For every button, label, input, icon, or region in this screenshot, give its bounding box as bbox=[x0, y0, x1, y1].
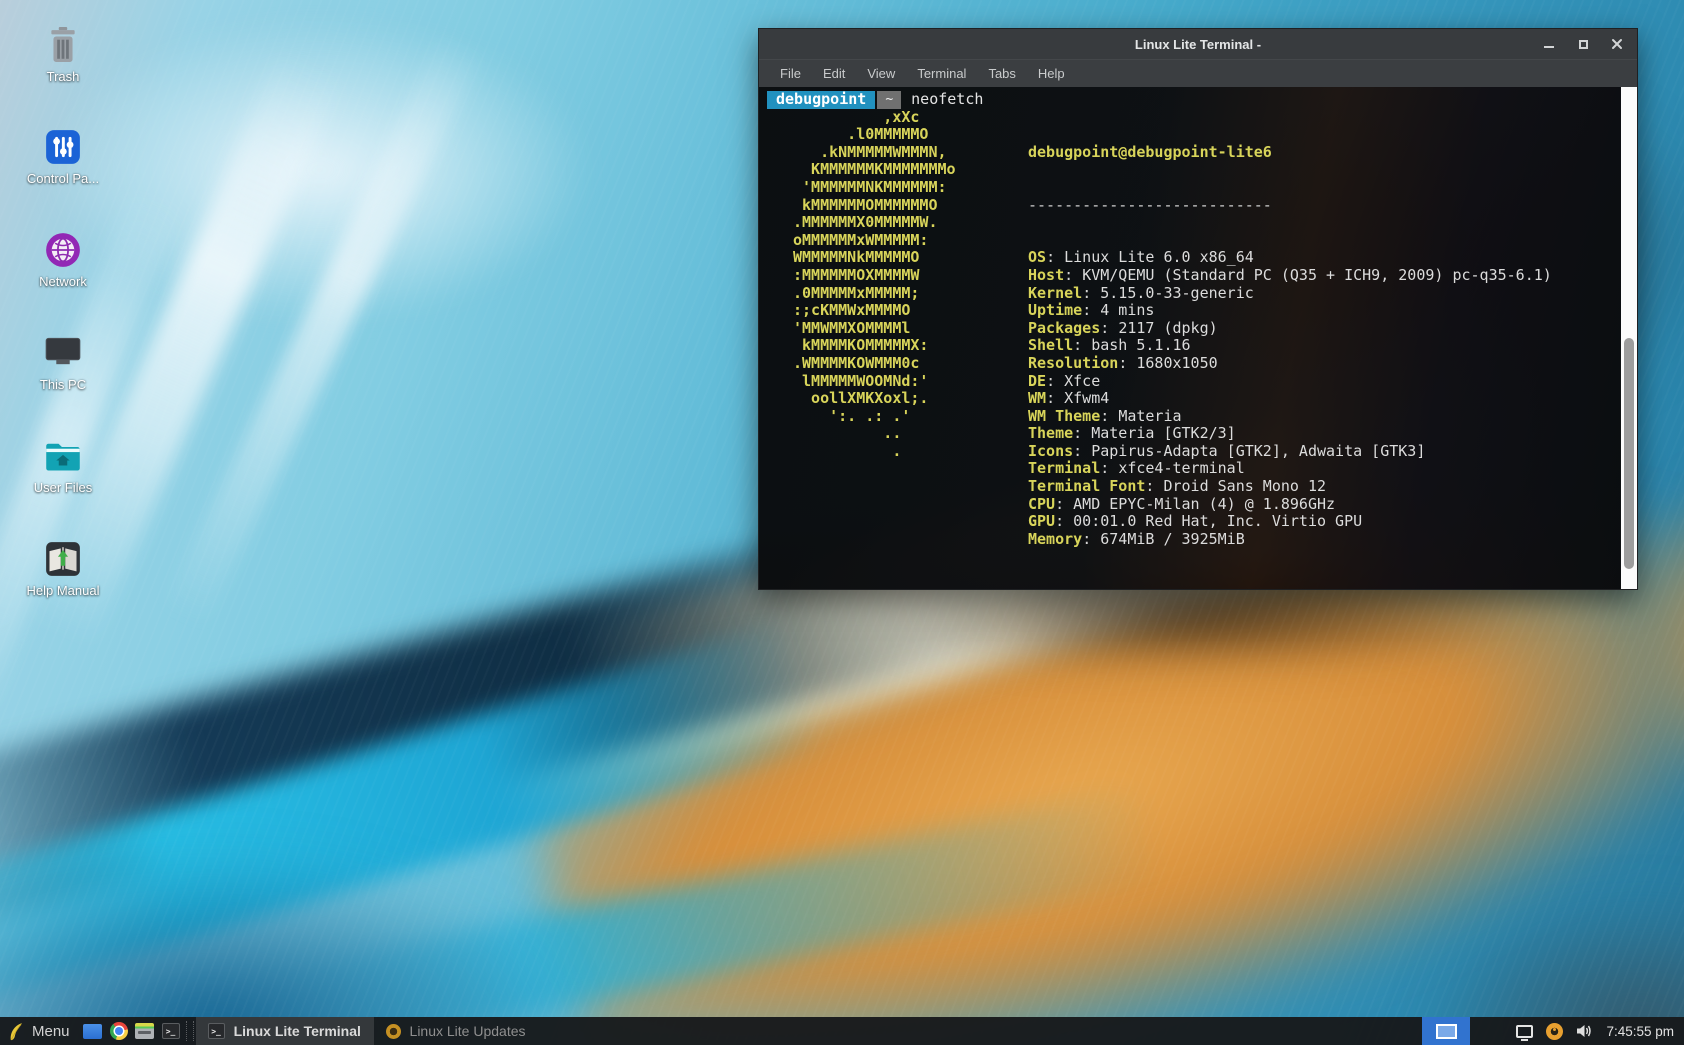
linux-lite-logo-icon bbox=[8, 1022, 25, 1041]
neofetch-info: debugpoint@debugpoint-lite6 ------------… bbox=[1028, 109, 1621, 589]
terminal-content[interactable]: debugpoint ~ neofetch ,xXc .l0MMMMMO .kN… bbox=[759, 87, 1621, 589]
desktop-icon-label: Network bbox=[39, 274, 87, 289]
task-label: Linux Lite Updates bbox=[410, 1023, 526, 1039]
titlebar[interactable]: Linux Lite Terminal - bbox=[759, 29, 1637, 59]
desktop: Trash Control Pa... bbox=[0, 0, 1684, 1045]
menu-item-tabs[interactable]: Tabs bbox=[979, 63, 1024, 84]
workspace-pager[interactable] bbox=[1422, 1017, 1470, 1045]
network-globe-icon bbox=[44, 231, 82, 269]
desktop-icon-network[interactable]: Network bbox=[15, 231, 111, 289]
volume-icon[interactable] bbox=[1576, 1023, 1593, 1039]
prompt-user-chip: debugpoint bbox=[767, 91, 875, 109]
neofetch-info-row: Icons: Papirus-Adapta [GTK2], Adwaita [G… bbox=[1028, 443, 1621, 461]
display-tray-icon[interactable] bbox=[1516, 1025, 1533, 1038]
terminal-launcher[interactable]: >_ bbox=[158, 1017, 184, 1045]
updates-icon bbox=[386, 1024, 401, 1039]
task-label: Linux Lite Terminal - bbox=[234, 1023, 362, 1039]
desktop-icon-label: Control Pa... bbox=[27, 171, 99, 186]
file-manager-icon bbox=[135, 1023, 154, 1039]
desktop-icon-label: User Files bbox=[34, 480, 93, 495]
neofetch-info-row: Kernel: 5.15.0-33-generic bbox=[1028, 285, 1621, 303]
desktop-icon-label: Help Manual bbox=[27, 583, 100, 598]
neofetch-info-row: WM Theme: Materia bbox=[1028, 408, 1621, 426]
pager-window-icon bbox=[1436, 1024, 1457, 1039]
neofetch-info-row: Host: KVM/QEMU (Standard PC (Q35 + ICH9,… bbox=[1028, 267, 1621, 285]
menu-item-file[interactable]: File bbox=[771, 63, 810, 84]
desktop-icon-help-manual[interactable]: Help Manual bbox=[15, 540, 111, 598]
neofetch-info-row: Resolution: 1680x1050 bbox=[1028, 355, 1621, 373]
menu-button[interactable]: Menu bbox=[0, 1017, 80, 1045]
neofetch-info-list: OS: Linux Lite 6.0 x86_64Host: KVM/QEMU … bbox=[1028, 249, 1621, 548]
menu-item-help[interactable]: Help bbox=[1029, 63, 1074, 84]
neofetch-info-row: Terminal: xfce4-terminal bbox=[1028, 460, 1621, 478]
chrome-launcher[interactable] bbox=[106, 1017, 132, 1045]
neofetch-header: debugpoint@debugpoint-lite6 bbox=[1028, 144, 1621, 162]
neofetch-info-row: Memory: 674MiB / 3925MiB bbox=[1028, 531, 1621, 549]
chrome-icon bbox=[110, 1022, 128, 1040]
menu-item-edit[interactable]: Edit bbox=[814, 63, 854, 84]
prompt-path-chip: ~ bbox=[877, 91, 901, 109]
neofetch-info-row: Terminal Font: Droid Sans Mono 12 bbox=[1028, 478, 1621, 496]
neofetch-info-row: OS: Linux Lite 6.0 x86_64 bbox=[1028, 249, 1621, 267]
desktop-icon-user-files[interactable]: User Files bbox=[15, 437, 111, 495]
desktop-icon-label: This PC bbox=[40, 377, 86, 392]
neofetch-info-row: WM: Xfwm4 bbox=[1028, 390, 1621, 408]
system-tray: 7:45:55 pm bbox=[1516, 1023, 1684, 1040]
neofetch-info-row: Theme: Materia [GTK2/3] bbox=[1028, 425, 1621, 443]
color-palette bbox=[1028, 587, 1621, 589]
neofetch-info-row: GPU: 00:01.0 Red Hat, Inc. Virtio GPU bbox=[1028, 513, 1621, 531]
desktop-icon-trash[interactable]: Trash bbox=[15, 26, 111, 84]
show-desktop-button[interactable] bbox=[80, 1017, 106, 1045]
neofetch-info-row: DE: Xfce bbox=[1028, 373, 1621, 391]
scrollbar-thumb[interactable] bbox=[1624, 338, 1634, 569]
neofetch-info-row: Uptime: 4 mins bbox=[1028, 302, 1621, 320]
terminal-body: debugpoint ~ neofetch ,xXc .l0MMMMMO .kN… bbox=[759, 87, 1637, 589]
neofetch-info-row: CPU: AMD EPYC-Milan (4) @ 1.896GHz bbox=[1028, 496, 1621, 514]
window-title: Linux Lite Terminal - bbox=[759, 37, 1637, 52]
file-manager-launcher[interactable] bbox=[132, 1017, 158, 1045]
task-button-terminal[interactable]: >_ Linux Lite Terminal - bbox=[196, 1017, 374, 1045]
neofetch-info-row: Shell: bash 5.1.16 bbox=[1028, 337, 1621, 355]
control-panel-icon bbox=[44, 128, 82, 166]
terminal-scrollbar[interactable] bbox=[1621, 87, 1637, 589]
neofetch-separator: --------------------------- bbox=[1028, 197, 1621, 215]
menu-item-view[interactable]: View bbox=[858, 63, 904, 84]
neofetch-info-row: Packages: 2117 (dpkg) bbox=[1028, 320, 1621, 338]
clock[interactable]: 7:45:55 pm bbox=[1606, 1024, 1674, 1039]
home-folder-icon bbox=[44, 437, 82, 475]
updates-tray-icon[interactable] bbox=[1546, 1023, 1563, 1040]
help-book-icon bbox=[44, 540, 82, 578]
taskbar: Menu >_ >_ Linux Lite Terminal - Linux L… bbox=[0, 1017, 1684, 1045]
show-desktop-icon bbox=[83, 1024, 102, 1039]
menu-bar: FileEditViewTerminalTabsHelp bbox=[759, 59, 1637, 87]
terminal-window: Linux Lite Terminal - FileEditViewTermin… bbox=[758, 28, 1638, 590]
desktop-icon-control-panel[interactable]: Control Pa... bbox=[15, 128, 111, 186]
menu-button-label: Menu bbox=[32, 1023, 70, 1040]
terminal-icon: >_ bbox=[162, 1023, 180, 1039]
task-button-updates[interactable]: Linux Lite Updates bbox=[374, 1017, 552, 1045]
terminal-icon: >_ bbox=[208, 1023, 225, 1039]
maximize-button[interactable] bbox=[1577, 38, 1589, 50]
minimize-button[interactable] bbox=[1543, 38, 1555, 50]
desktop-icon-this-pc[interactable]: This PC bbox=[15, 334, 111, 392]
neofetch-ascii-art: ,xXc .l0MMMMMO .kNMMMMMWMMMN, KMMMMMMKMM… bbox=[767, 109, 1028, 589]
close-button[interactable] bbox=[1611, 38, 1623, 50]
tasklist-handle[interactable] bbox=[186, 1021, 194, 1041]
window-controls bbox=[1543, 29, 1623, 59]
computer-icon bbox=[44, 334, 82, 372]
command-text: neofetch bbox=[911, 91, 983, 109]
command-line: debugpoint ~ neofetch bbox=[767, 91, 1621, 109]
trash-icon bbox=[44, 26, 82, 64]
desktop-icon-label: Trash bbox=[47, 69, 80, 84]
menu-item-terminal[interactable]: Terminal bbox=[908, 63, 975, 84]
neofetch-output: ,xXc .l0MMMMMO .kNMMMMMWMMMN, KMMMMMMKMM… bbox=[767, 109, 1621, 589]
